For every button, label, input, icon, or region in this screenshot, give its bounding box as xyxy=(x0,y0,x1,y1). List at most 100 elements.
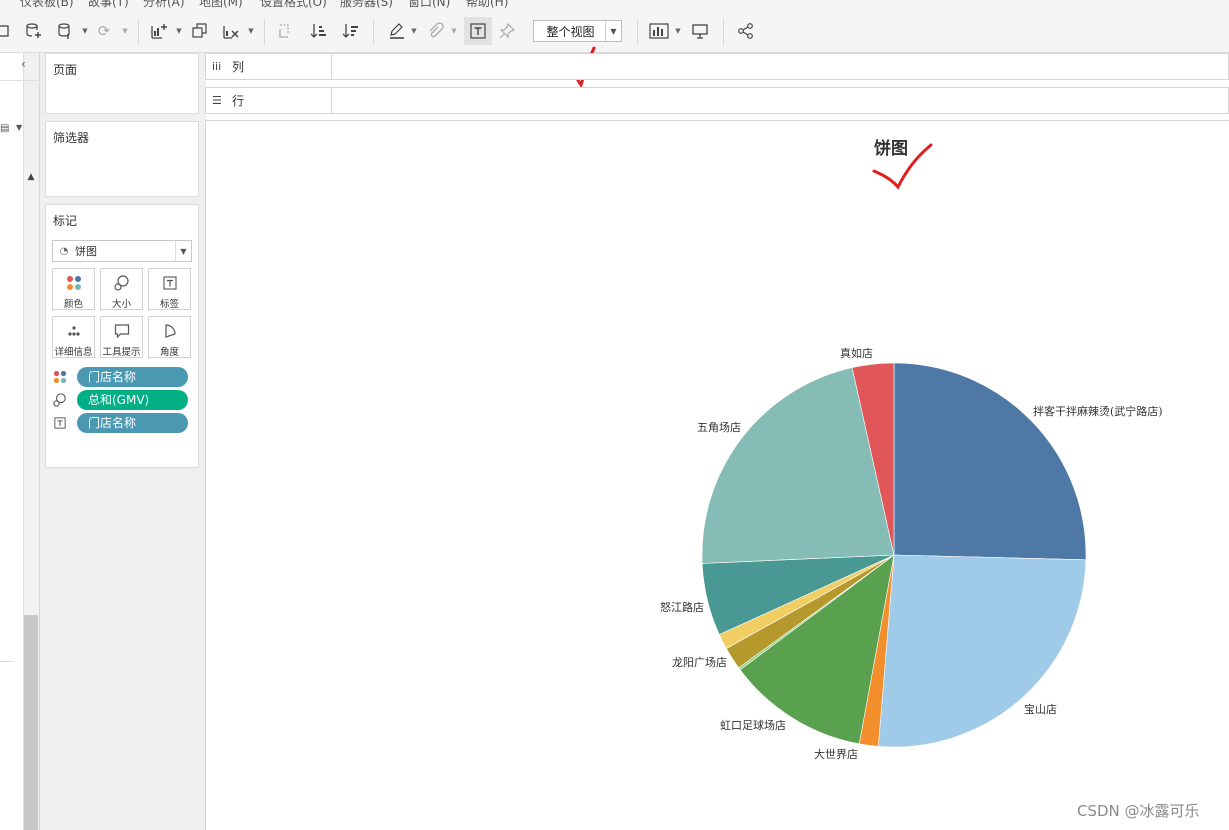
menu-analysis[interactable]: 分析(A) xyxy=(143,0,185,9)
swap-icon[interactable] xyxy=(275,20,297,42)
label-icon xyxy=(52,415,68,431)
watermark: CSDN @冰露可乐 xyxy=(1077,802,1200,820)
annotation-checkmark xyxy=(872,143,933,190)
chevron-down-icon[interactable]: ▼ xyxy=(121,27,129,35)
group-icon[interactable] xyxy=(424,20,446,42)
show-me-icon[interactable] xyxy=(648,20,670,42)
columns-shelf[interactable]: iii 列 xyxy=(205,53,1229,80)
size-button[interactable]: 大小 xyxy=(100,268,143,310)
detail-button[interactable]: 详细信息 xyxy=(52,316,95,358)
pie-slice-label: 真如店 xyxy=(840,346,873,360)
filters-card[interactable]: 筛选器 xyxy=(45,121,199,197)
size-icon xyxy=(52,392,68,408)
share-icon[interactable] xyxy=(735,20,757,42)
detail-icon xyxy=(53,322,94,340)
divider xyxy=(0,661,14,662)
size-icon xyxy=(101,274,142,292)
toolbar-divider xyxy=(723,19,724,45)
view-mode-value: 整个视图 xyxy=(546,24,595,39)
toolbar-divider xyxy=(373,19,374,45)
angle-button-label: 角度 xyxy=(159,347,179,358)
menu-server[interactable]: 服务器(S) xyxy=(340,0,393,9)
chevron-down-icon[interactable]: ▼ xyxy=(247,27,255,35)
chevron-down-icon[interactable]: ▼ xyxy=(450,27,458,35)
pages-card[interactable]: 页面 xyxy=(45,53,199,114)
menu-map[interactable]: 地图(M) xyxy=(199,0,243,9)
size-button-label: 大小 xyxy=(111,299,131,310)
menu-bar: 仪表板(B) 故事(T) 分析(A) 地图(M) 设置格式(O) 服务器(S) … xyxy=(0,0,1229,9)
columns-shelf-title: 列 xyxy=(232,60,245,74)
label-icon xyxy=(149,274,190,292)
tooltip-button[interactable]: 工具提示 xyxy=(100,316,143,358)
add-datasource-icon[interactable] xyxy=(23,20,45,42)
pages-card-title: 页面 xyxy=(53,63,78,77)
scroll-up-arrow[interactable]: ▲ xyxy=(24,170,38,184)
chevron-down-icon[interactable]: ▼ xyxy=(410,27,418,35)
color-button[interactable]: 颜色 xyxy=(52,268,95,310)
clear-sheet-icon[interactable] xyxy=(220,20,242,42)
menu-window[interactable]: 窗口(N) xyxy=(408,0,450,9)
new-worksheet-icon[interactable] xyxy=(148,20,170,42)
tooltip-icon xyxy=(101,322,142,340)
sort-descending-icon[interactable] xyxy=(340,20,362,42)
color-button-label: 颜色 xyxy=(63,299,83,310)
data-pane-body xyxy=(0,53,24,830)
angle-icon xyxy=(149,322,190,340)
pie-slice-label: 拌客干拌麻辣烫(武宁路店) xyxy=(1033,404,1163,418)
gmv-sum-size-pill[interactable]: 总和(GMV) xyxy=(77,390,188,410)
pie-slice-label: 宝山店 xyxy=(1024,702,1057,716)
menu-story[interactable]: 故事(T) xyxy=(88,0,129,9)
scrollbar-thumb[interactable] xyxy=(24,615,38,830)
sort-ascending-icon[interactable] xyxy=(308,20,330,42)
datasource-icon[interactable] xyxy=(55,20,77,42)
pie-slice-label: 龙阳广场店 xyxy=(672,655,727,669)
toolbar-divider xyxy=(138,19,139,45)
color-dots-icon xyxy=(53,274,94,292)
refresh-icon[interactable]: ⟳ xyxy=(93,20,115,42)
worksheet-canvas[interactable]: 饼图 拌客干拌麻辣烫(武宁路店) 宝山店 大世界店 虹口足球场店 龙阳广场店 怒江路店 五角… xyxy=(205,120,1229,830)
chevron-down-icon[interactable]: ▼ xyxy=(175,27,183,35)
rows-icon: ☰ xyxy=(212,94,222,107)
pie-slice[interactable] xyxy=(878,554,1087,748)
chevron-down-icon[interactable]: ▼ xyxy=(674,27,682,35)
angle-button[interactable]: 角度 xyxy=(148,316,191,358)
rows-shelf-label: ☰ 行 xyxy=(206,88,332,113)
pie-slice-label: 五角场店 xyxy=(697,420,741,434)
label-button[interactable]: 标签 xyxy=(148,268,191,310)
pie-slice-label: 虹口足球场店 xyxy=(720,718,786,732)
pin-icon[interactable] xyxy=(496,20,518,42)
menu-format[interactable]: 设置格式(O) xyxy=(260,0,327,9)
presentation-icon[interactable] xyxy=(689,20,711,42)
marks-card: 标记 ◔ 饼图 ▼ 颜色 大小 标签 详细信息 工具提示 角度 门店名称 总和(… xyxy=(45,204,199,468)
show-labels-icon[interactable] xyxy=(464,17,492,45)
view-mode-select[interactable]: 整个视图 ▼ xyxy=(533,20,622,42)
duplicate-sheet-icon[interactable] xyxy=(189,20,211,42)
toolbar-divider xyxy=(264,19,265,45)
mark-type-value: 饼图 xyxy=(75,245,97,258)
mark-type-select[interactable]: ◔ 饼图 ▼ xyxy=(52,240,192,262)
new-sheet-icon[interactable] xyxy=(0,20,14,42)
divider xyxy=(0,80,40,81)
rows-shelf[interactable]: ☰ 行 xyxy=(205,87,1229,114)
chevron-down-icon[interactable]: ▼ xyxy=(81,27,89,35)
pie-chart-icon: ◔ xyxy=(59,245,69,257)
pie-slice-label: 大世界店 xyxy=(814,747,858,761)
detail-button-label: 详细信息 xyxy=(54,347,93,358)
columns-icon: iii xyxy=(212,60,222,73)
data-pane-collapsed: ‹ ▤ ▼ ▲ xyxy=(0,53,40,830)
color-dots-icon xyxy=(52,369,68,385)
list-view-icon[interactable]: ▤ xyxy=(0,123,9,134)
cards-column: 页面 筛选器 标记 ◔ 饼图 ▼ 颜色 大小 标签 详细信息 工具提示 角度 门… xyxy=(40,53,206,830)
label-button-label: 标签 xyxy=(159,299,179,310)
columns-shelf-label: iii 列 xyxy=(206,54,332,79)
store-name-label-pill[interactable]: 门店名称 xyxy=(77,413,188,433)
menu-dashboard[interactable]: 仪表板(B) xyxy=(20,0,74,9)
store-name-color-pill[interactable]: 门店名称 xyxy=(77,367,188,387)
chevron-down-icon[interactable]: ▼ xyxy=(175,241,191,261)
menu-help[interactable]: 帮助(H) xyxy=(466,0,508,9)
highlight-icon[interactable] xyxy=(386,20,408,42)
chevron-down-icon[interactable]: ▼ xyxy=(16,123,22,132)
chevron-left-icon[interactable]: ‹ xyxy=(21,57,26,71)
pie-slice[interactable] xyxy=(893,362,1087,561)
chevron-down-icon[interactable]: ▼ xyxy=(605,21,621,41)
